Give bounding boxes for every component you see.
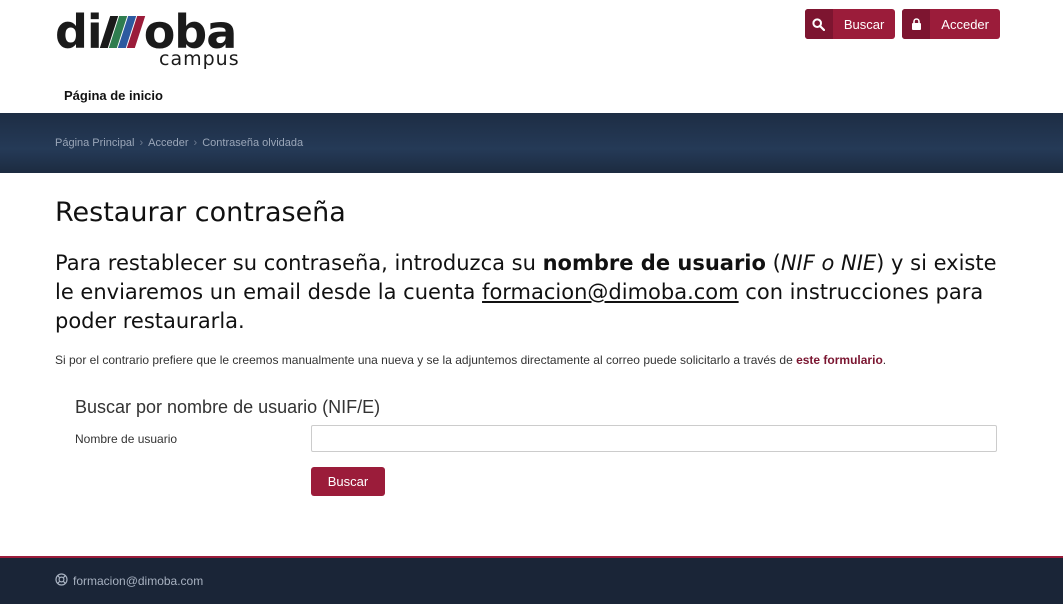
manual-request-note: Si por el contrario prefiere que le cree… [55,353,886,367]
username-label: Nombre de usuario [75,432,178,446]
lifebuoy-icon [55,573,68,589]
site-footer: formacion@dimoba.com [0,556,1063,604]
breadcrumb: Página Principal › Acceder › Contraseña … [55,137,303,149]
breadcrumb-item-current: Contraseña olvidada [202,137,304,149]
footer-contact[interactable]: formacion@dimoba.com [55,573,203,589]
note-end: . [882,353,887,367]
username-input[interactable] [311,425,997,452]
site-header: di oba campus Buscar Acceder Página de in… [0,0,1063,113]
search-icon [804,9,833,39]
footer-email: formacion@dimoba.com [73,574,204,588]
intro-paragraph: Para restablecer su contraseña, introduz… [55,249,1005,336]
breadcrumb-band: Página Principal › Acceder › Contraseña … [0,113,1063,173]
nav-home-link[interactable]: Página de inicio [64,88,163,103]
intro-italic-nif: NIF o NIE [780,251,877,275]
form-link[interactable]: este formulario [796,353,883,367]
search-button-label: Buscar [843,16,885,32]
note-text: Si por el contrario prefiere que le cree… [55,353,797,367]
breadcrumb-item-login[interactable]: Acceder [148,137,188,149]
header-actions: Buscar Acceder [804,9,1000,39]
submit-search-button[interactable]: Buscar [311,467,385,496]
logo-bars-mark [99,14,145,48]
search-button[interactable]: Buscar [804,9,896,39]
chevron-right-icon: › [193,137,198,149]
intro-text-1: Para restablecer su contraseña, introduz… [55,251,543,275]
breadcrumb-item-home[interactable]: Página Principal [55,137,135,149]
intro-bold-username: nombre de usuario [542,251,766,275]
logo-word-left: di [55,5,103,59]
form-title: Buscar por nombre de usuario (NIF/E) [75,397,381,417]
logo-subtitle: campus [159,48,240,70]
intro-email-link[interactable]: formacion@dimoba.com [482,280,739,304]
login-button[interactable]: Acceder [902,9,1000,39]
chevron-right-icon: › [139,137,144,149]
dimoba-logo[interactable]: di oba campus [55,6,255,72]
intro-text-2: ( [765,251,781,275]
lock-icon [902,9,931,39]
page-title: Restaurar contraseña [55,197,346,228]
login-button-label: Acceder [941,16,989,32]
